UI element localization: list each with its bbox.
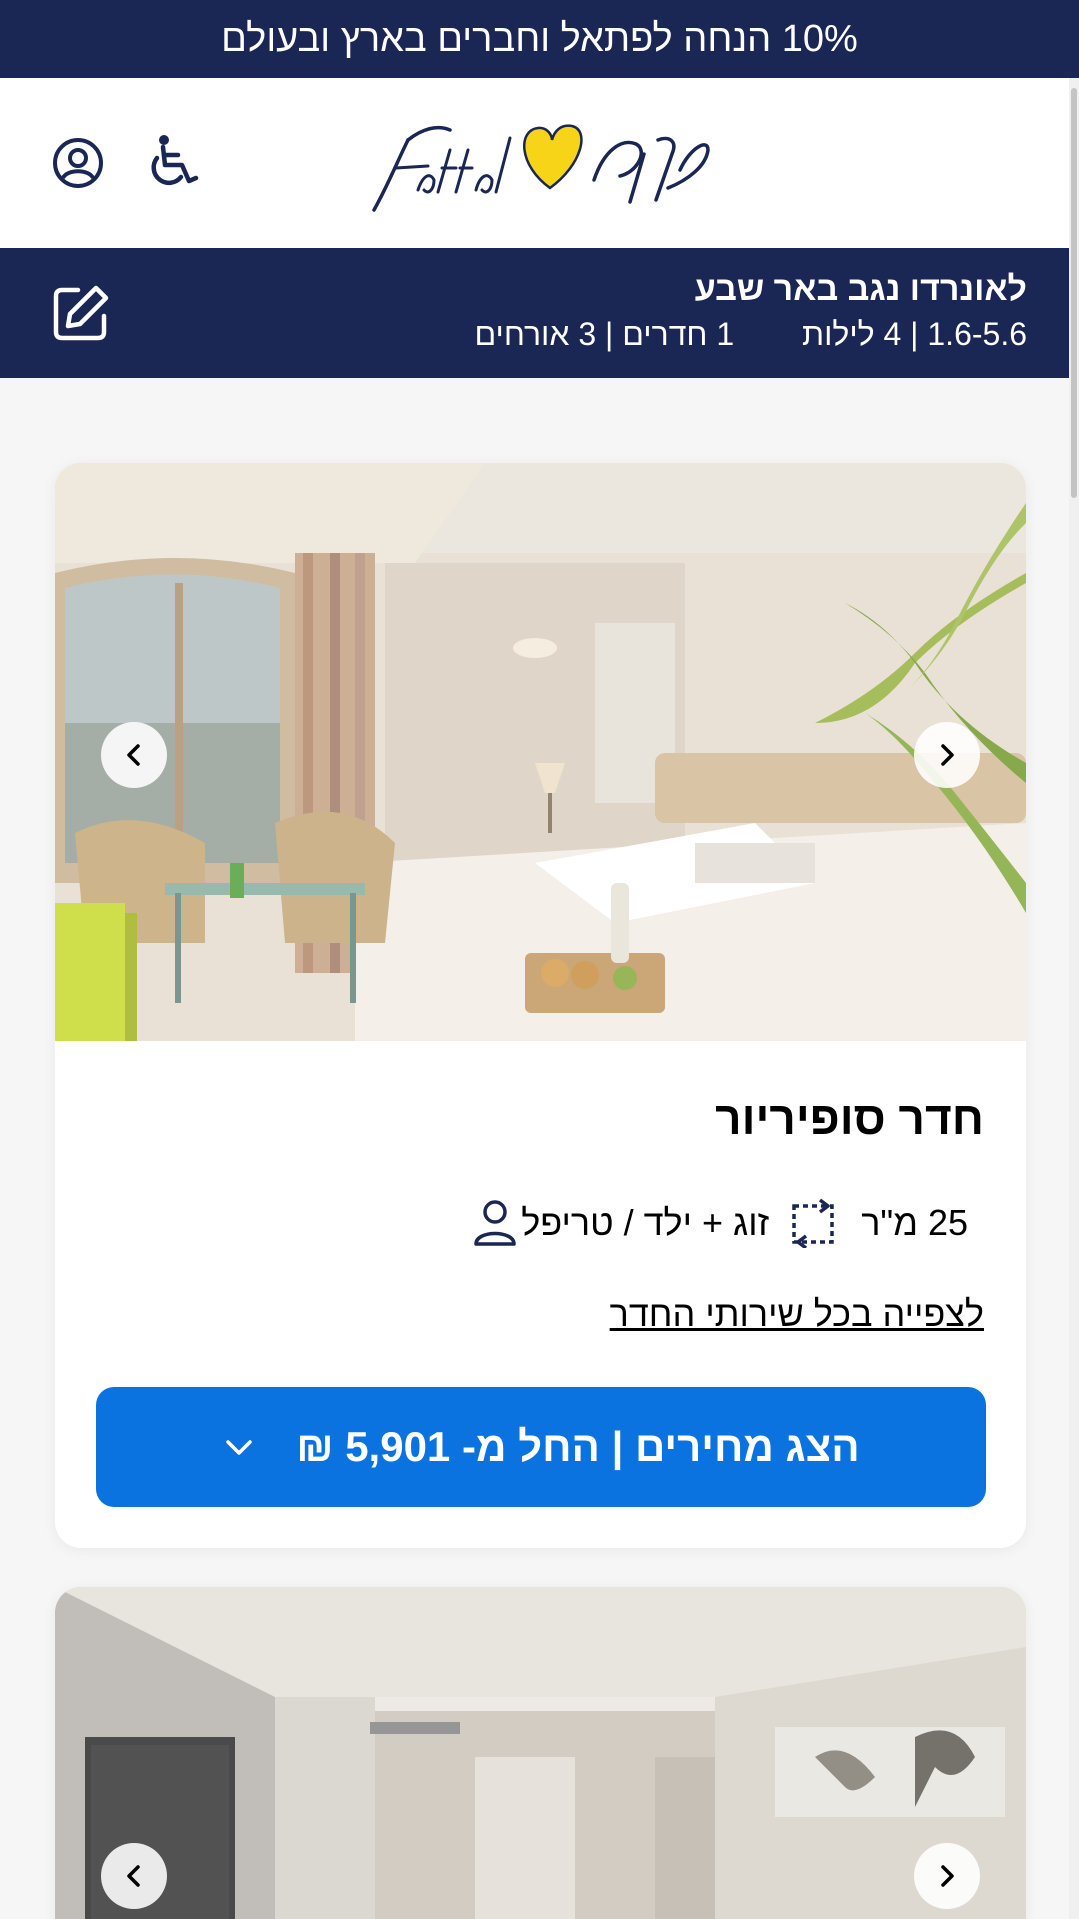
scrollbar-thumb[interactable]	[1071, 88, 1077, 498]
separator: |	[596, 316, 614, 352]
chevron-right-icon[interactable]	[914, 1843, 980, 1909]
nights: 4 לילות	[801, 316, 902, 352]
edit-icon[interactable]	[52, 284, 110, 342]
price-button-label: הצג מחירים | החל מ- 5,901 ₪	[296, 1423, 860, 1470]
fattal-logo[interactable]	[368, 110, 712, 214]
occupancy-text: זוג + ילד / טריפל	[521, 1202, 770, 1243]
promo-text: 10% הנחה לפתאל וחברים בארץ ובעולם	[221, 17, 858, 60]
amenities-link[interactable]: לצפייה בכל שירותי החדר	[610, 1293, 984, 1335]
site-header	[0, 78, 1079, 248]
chevron-left-icon[interactable]	[101, 722, 167, 788]
room-specs: זוג + ילד / טריפל 25 מ"ר	[469, 1193, 984, 1253]
booking-details: 1.6-5.6 | 4 לילות 1 חדרים | 3 אורחים	[474, 316, 1027, 353]
separator: |	[901, 316, 919, 352]
dates: 1.6-5.6	[927, 316, 1027, 352]
room-photo[interactable]	[55, 463, 1026, 1041]
wheelchair-icon[interactable]	[144, 133, 204, 193]
show-prices-button[interactable]: הצג מחירים | החל מ- 5,901 ₪	[96, 1387, 986, 1507]
chevron-down-icon	[222, 1430, 256, 1464]
page-scrollbar[interactable]	[1069, 78, 1079, 1919]
room-photo[interactable]	[55, 1587, 1026, 1919]
promo-banner[interactable]: 10% הנחה לפתאל וחברים בארץ ובעולם	[0, 0, 1079, 78]
chevron-left-icon[interactable]	[101, 1843, 167, 1909]
search-summary[interactable]: לאונרדו נגב באר שבע 1.6-5.6 | 4 לילות 1 …	[0, 248, 1079, 378]
user-circle-icon[interactable]	[48, 133, 108, 193]
room-card	[55, 1587, 1026, 1919]
guests-count: 3 אורחים	[474, 316, 597, 352]
room-card: חדר סופיריור זוג + ילד / טריפל 25 מ"ר לצ…	[55, 463, 1026, 1548]
person-icon	[469, 1197, 521, 1249]
room-title: חדר סופיריור	[715, 1092, 984, 1144]
hotel-name: לאונרדו נגב באר שבע	[694, 270, 1027, 308]
chevron-right-icon[interactable]	[914, 722, 980, 788]
room-size-icon	[787, 1197, 839, 1249]
rooms-count: 1 חדרים	[622, 316, 735, 352]
room-size-text: 25 מ"ר	[861, 1202, 968, 1243]
